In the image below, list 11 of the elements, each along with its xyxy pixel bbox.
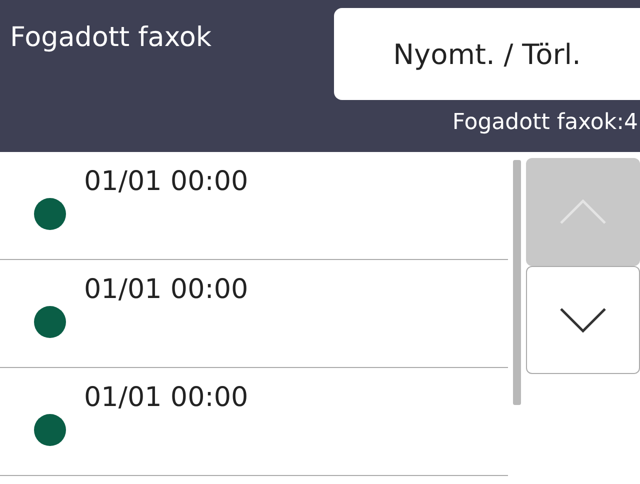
fax-timestamp: 01/01 00:00 <box>84 274 248 305</box>
scroll-down-button[interactable] <box>526 266 640 374</box>
fax-list-item[interactable]: 01/01 00:00 <box>0 152 508 260</box>
fax-list-item[interactable]: 01/01 00:00 <box>0 260 508 368</box>
screen-title: Fogadott faxok <box>9 21 212 53</box>
fax-count-label: Fogadott faxok:4 <box>452 109 639 135</box>
fax-timestamp: 01/01 00:00 <box>84 166 248 197</box>
print-delete-button[interactable]: Nyomt. / Törl. <box>334 8 640 100</box>
fax-list-item[interactable]: 01/01 00:00 <box>0 368 508 476</box>
scrollbar-thumb[interactable] <box>513 160 521 405</box>
fax-timestamp: 01/01 00:00 <box>84 382 248 413</box>
